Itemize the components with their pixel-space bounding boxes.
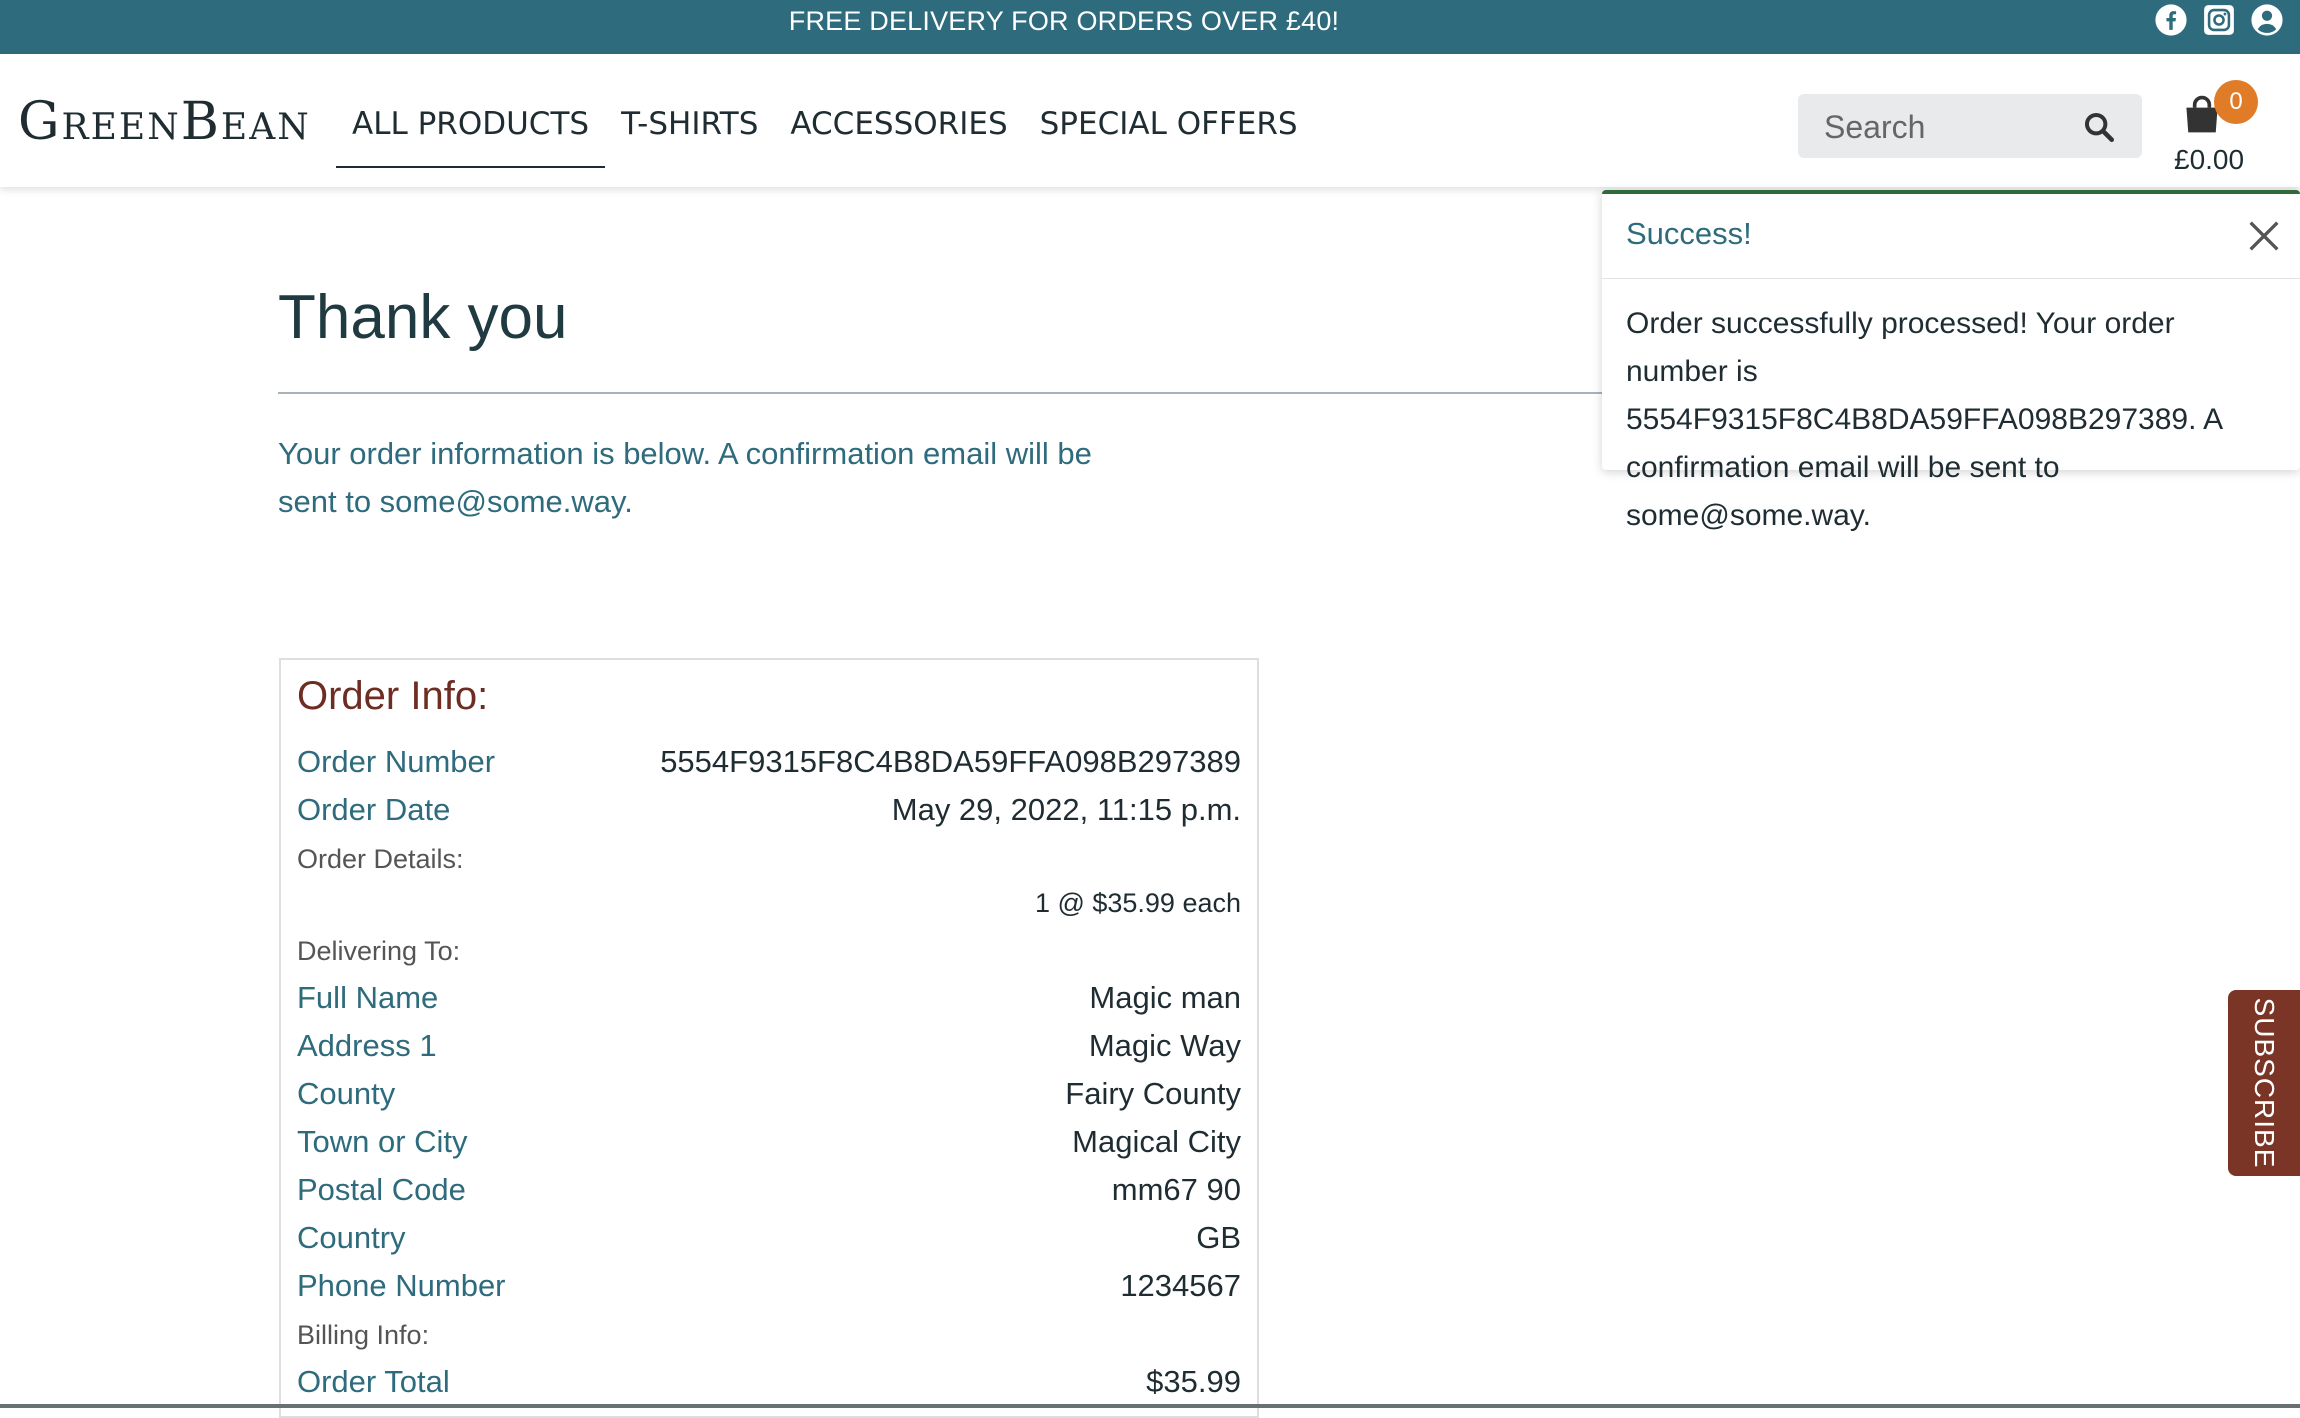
order-total-value: $35.99 — [1146, 1364, 1241, 1399]
delivery-banner: FREE DELIVERY FOR ORDERS OVER £40! — [0, 0, 2300, 54]
billing-info-label: Billing Info: — [297, 1320, 430, 1350]
delivery-row: Postal Code mm67 90 — [297, 1172, 1241, 1218]
delivery-label: Address 1 — [297, 1028, 437, 1063]
delivery-row: Country GB — [297, 1220, 1241, 1266]
delivery-value: 1234567 — [1120, 1268, 1241, 1303]
delivery-label: Phone Number — [297, 1268, 506, 1303]
order-date-label: Order Date — [297, 792, 451, 827]
search-input[interactable] — [1822, 94, 2076, 160]
nav-all-products[interactable]: All Products — [336, 102, 606, 168]
order-number-value: 5554F9315F8C4B8DA59FFA098B297389 — [660, 744, 1241, 779]
subscribe-label: Subscribe — [2249, 997, 2280, 1169]
order-number-row: Order Number 5554F9315F8C4B8DA59FFA098B2… — [297, 744, 1241, 790]
facebook-icon[interactable] — [2154, 3, 2188, 37]
nav-special-offers[interactable]: Special Offers — [1024, 102, 1314, 168]
delivery-value: Magical City — [1072, 1124, 1241, 1159]
page-title: Thank you — [278, 283, 568, 352]
social-icons — [2154, 0, 2284, 40]
success-toast: Success! Order successfully processed! Y… — [1602, 190, 2300, 532]
subscribe-tab[interactable]: Subscribe — [2228, 990, 2300, 1176]
delivery-label: County — [297, 1076, 396, 1111]
delivery-label: Full Name — [297, 980, 439, 1015]
delivery-label: Town or City — [297, 1124, 468, 1159]
delivery-row: Address 1 Magic Way — [297, 1028, 1241, 1074]
delivery-row: County Fairy County — [297, 1076, 1241, 1122]
delivery-value: mm67 90 — [1111, 1172, 1241, 1207]
toast-title: Success! — [1626, 216, 1752, 251]
title-divider — [278, 392, 1608, 394]
site-logo[interactable]: GreenBean — [18, 92, 311, 152]
cart-total: £0.00 — [2174, 144, 2245, 175]
page-bottom-border — [0, 1404, 2300, 1408]
cart-count-badge: 0 — [2214, 80, 2258, 124]
main-nav: All Products T-Shirts Accessories Specia… — [336, 102, 1314, 168]
delivery-row: Town or City Magical City — [297, 1124, 1241, 1170]
delivery-row: Full Name Magic man — [297, 980, 1241, 1026]
nav-t-shirts[interactable]: T-Shirts — [605, 102, 774, 168]
delivery-value: Magic man — [1089, 980, 1241, 1015]
instagram-icon[interactable] — [2202, 3, 2236, 37]
delivery-value: GB — [1196, 1220, 1241, 1255]
banner-text: FREE DELIVERY FOR ORDERS OVER £40! — [788, 6, 1340, 36]
order-line-item: 1 @ $35.99 each — [1034, 888, 1241, 918]
site-header: GreenBean All Products T-Shirts Accessor… — [0, 54, 2300, 187]
order-date-row: Order Date May 29, 2022, 11:15 p.m. — [297, 792, 1241, 838]
delivery-label: Country — [297, 1220, 406, 1255]
delivery-value: Magic Way — [1088, 1028, 1241, 1063]
account-icon[interactable] — [2250, 3, 2284, 37]
delivering-to-label: Delivering To: — [297, 936, 461, 966]
order-details-label: Order Details: — [297, 844, 464, 874]
order-date-value: May 29, 2022, 11:15 p.m. — [891, 792, 1241, 827]
nav-accessories[interactable]: Accessories — [774, 102, 1023, 168]
search-icon[interactable] — [2082, 110, 2116, 144]
order-total-label: Order Total — [297, 1364, 450, 1399]
delivery-label: Postal Code — [297, 1172, 466, 1207]
cart-button[interactable]: 0 £0.00 — [2166, 74, 2286, 175]
delivery-value: Fairy County — [1065, 1076, 1241, 1111]
search-box — [1798, 94, 2142, 160]
order-info-card: Order Info: Order Number 5554F9315F8C4B8… — [279, 658, 1259, 1418]
toast-header: Success! — [1602, 194, 2300, 279]
close-icon[interactable] — [2244, 216, 2284, 256]
order-info-title: Order Info: — [297, 674, 489, 718]
order-number-label: Order Number — [297, 744, 496, 779]
delivery-row: Phone Number 1234567 — [297, 1268, 1241, 1314]
toast-message: Order successfully processed! Your order… — [1626, 307, 2222, 532]
order-intro-text: Your order information is below. A confi… — [278, 436, 1092, 519]
